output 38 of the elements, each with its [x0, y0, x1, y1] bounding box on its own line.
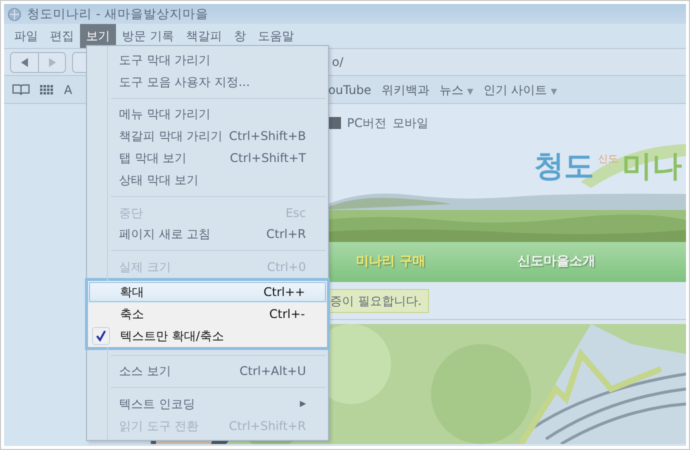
square-icon [329, 116, 341, 129]
logo-text: 청도 [534, 152, 594, 182]
menu-item[interactable]: 창 [228, 24, 252, 48]
logo-text: 미나 [622, 152, 682, 182]
menu-item[interactable]: 텍스트 인코딩 ▶ [87, 393, 328, 416]
grid-icon[interactable] [40, 84, 54, 94]
notice-banner: 증이 필요합니다. [327, 288, 429, 313]
bookmark-link[interactable]: A [64, 80, 72, 98]
page-link[interactable]: 모바일 [392, 114, 429, 132]
bookmark-link[interactable]: 인기 사이트 ▼ [483, 80, 558, 98]
logo-text: 신도 [598, 152, 618, 167]
menu-item[interactable]: 파일 [8, 24, 44, 48]
menu-item[interactable]: 메뉴 막대 가리기 [87, 104, 328, 126]
address-field[interactable]: o/ [332, 53, 344, 71]
menu-item[interactable]: 확대 Ctrl++ [88, 281, 327, 303]
menu-item[interactable]: 축소 Ctrl+- [88, 302, 327, 325]
menu-item[interactable]: 탭 막대 보기 Ctrl+Shift+T [87, 147, 328, 169]
bookmark-link[interactable]: 뉴스 ▼ [439, 80, 474, 98]
menu-item[interactable]: 방문 기록 [116, 24, 180, 48]
bookmark-link[interactable]: 위키백과 [381, 80, 430, 98]
menu-item[interactable]: 페이지 새로 고침 Ctrl+R [87, 224, 328, 246]
menu-item[interactable]: 도구 막대 가리기 [87, 49, 328, 71]
book-icon[interactable] [12, 83, 30, 96]
menu-item[interactable]: 상태 막대 보기 [87, 168, 328, 191]
back-forward-button[interactable] [10, 52, 66, 72]
menu-item[interactable]: 보기 [80, 24, 116, 48]
globe-icon [8, 8, 21, 20]
back-icon[interactable] [20, 58, 28, 66]
menu-item[interactable]: 편집 [44, 24, 80, 48]
menu-item[interactable]: 책갈피 막대 가리기 Ctrl+Shift+B [87, 125, 328, 148]
menu-item[interactable]: 도움말 [252, 24, 300, 48]
window-title: 청도미나리 - 새마을발상지마을 [27, 4, 208, 23]
menu-item[interactable]: 책갈피 [180, 24, 228, 48]
bookmark-link[interactable]: ouTube [328, 80, 372, 98]
menu-item[interactable]: 텍스트만 확대/축소 [88, 324, 327, 347]
page-link[interactable]: PC버전 [347, 114, 387, 132]
menu-item[interactable]: 소스 보기 Ctrl+Alt+U [87, 360, 328, 382]
menu-item[interactable]: 도구 모음 사용자 지정... [87, 70, 328, 93]
